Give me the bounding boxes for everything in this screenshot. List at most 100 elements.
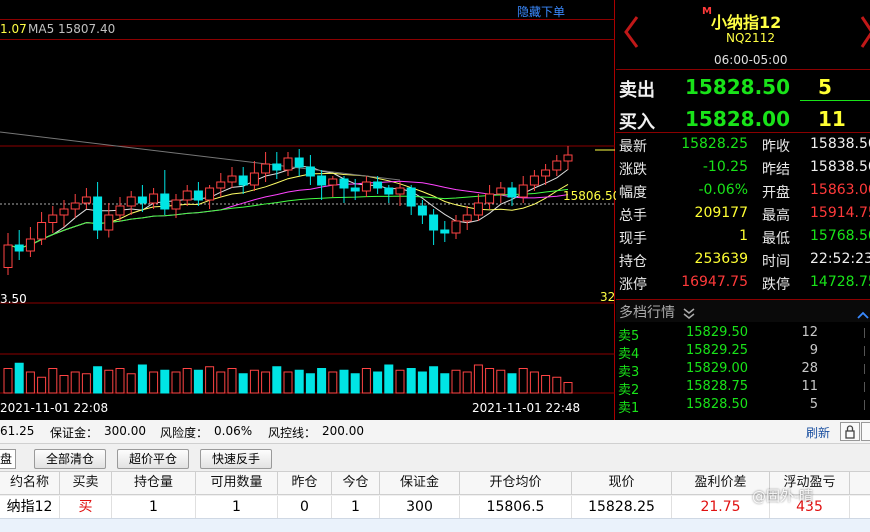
over-price-close-button[interactable]: 超价平仓: [117, 449, 189, 469]
candle-body: [507, 187, 517, 198]
depth-qty: 28: [801, 361, 818, 376]
depth-level-label: 卖3: [618, 365, 640, 380]
volume-scale-label: 32: [600, 290, 616, 304]
candle: [384, 185, 394, 203]
candle-body: [305, 166, 315, 177]
column-header[interactable]: 保证金: [380, 471, 460, 495]
depth-level-label: 卖1: [618, 401, 640, 416]
volume-bar: [339, 369, 349, 394]
volume-bar: [518, 368, 528, 394]
candle: [3, 233, 13, 275]
column-header[interactable]: 昨仓: [278, 471, 332, 495]
candle: [160, 170, 170, 215]
tab-position-partial[interactable]: 盘: [0, 449, 16, 469]
stat-label: 涨停: [619, 277, 647, 293]
candle-body: [37, 222, 47, 240]
risk-value: 0.06%: [214, 424, 253, 438]
hide-order-button[interactable]: 隐藏下单: [517, 3, 565, 20]
position-cell[interactable]: 15828.25: [572, 496, 672, 518]
quick-reverse-button[interactable]: 快速反手: [200, 449, 272, 469]
candle: [328, 176, 338, 197]
candle-body: [496, 187, 506, 195]
time-label-start: 2021-11-01 22:08: [0, 401, 109, 415]
column-header[interactable]: 持仓量: [112, 471, 196, 495]
chevron-double-down-icon[interactable]: [682, 305, 696, 319]
divider: [616, 69, 870, 70]
candle-body: [317, 175, 327, 186]
risk-label: 风险度：: [160, 426, 209, 440]
candle: [272, 152, 282, 179]
chevron-up-icon[interactable]: [856, 305, 870, 319]
volume-bar: [93, 366, 103, 394]
stat-value: -10.25: [702, 159, 748, 175]
volume-bar: [462, 371, 472, 394]
candle: [507, 182, 517, 206]
stat-label: 开盘: [762, 185, 790, 201]
stat-value: 15914.75: [810, 205, 870, 221]
candle: [395, 182, 405, 206]
depth-qty: 9: [809, 343, 818, 358]
depth-qty: 5: [809, 397, 818, 412]
candle-body: [25, 238, 35, 252]
contract-name: 小纳指12: [711, 13, 782, 32]
volume-bar: [160, 369, 170, 394]
volume-bar: [417, 371, 427, 394]
candle-body: [406, 187, 416, 207]
account-status-bar: 61.25 保证金： 300.00 风险度： 0.06% 风控线： 200.00…: [0, 420, 870, 444]
position-cell[interactable]: 1: [196, 496, 278, 518]
stat-label: 时间: [762, 254, 790, 270]
stat-label: 最新: [619, 139, 647, 155]
volume-bar: [429, 366, 439, 394]
position-cell[interactable]: 15806.5: [460, 496, 572, 518]
volume-bar: [149, 371, 159, 394]
volume-bar: [529, 371, 539, 394]
close-all-button[interactable]: 全部清仓: [34, 449, 106, 469]
position-cell[interactable]: 1: [112, 496, 196, 518]
next-contract-icon[interactable]: [860, 14, 870, 50]
position-cell[interactable]: 1: [332, 496, 380, 518]
column-header[interactable]: 买卖: [60, 471, 112, 495]
column-header[interactable]: 开仓均价: [460, 471, 572, 495]
ask-bar: [800, 100, 870, 101]
contract-code: NQ2112: [726, 31, 775, 45]
column-header[interactable]: 可用数量: [196, 471, 278, 495]
candle: [552, 155, 562, 176]
risk-control-label: 风控线：: [268, 426, 317, 440]
ask-label: 卖出: [619, 80, 655, 101]
kline-chart-panel[interactable]: 1.07 MA5 15807.40 隐藏下单 15806.50 3.50 32 …: [0, 0, 620, 420]
volume-bar: [272, 366, 282, 394]
candle-body: [417, 205, 427, 216]
margin-label: 保证金：: [50, 426, 99, 440]
positions-scroll-area[interactable]: [0, 518, 870, 532]
depth-side-marker: [864, 328, 870, 338]
candle-body: [171, 199, 181, 210]
balance-partial: 61.25: [0, 424, 35, 438]
column-header[interactable]: 现价: [572, 471, 672, 495]
candle: [305, 155, 315, 185]
depth-header[interactable]: 多档行情: [616, 300, 870, 322]
lock-icon[interactable]: [840, 422, 860, 441]
position-cell[interactable]: 300: [380, 496, 460, 518]
position-cell[interactable]: 纳指12: [0, 496, 60, 518]
candle-body: [473, 202, 483, 216]
bid-price[interactable]: 15828.00: [685, 107, 790, 131]
volume-bar: [25, 371, 35, 394]
column-header[interactable]: 今仓: [332, 471, 380, 495]
stat-label: 昨结: [762, 162, 790, 178]
position-cell[interactable]: 0: [278, 496, 332, 518]
refresh-link[interactable]: 刷新: [806, 424, 830, 441]
candle: [205, 185, 215, 209]
ask-price[interactable]: 15828.50: [685, 75, 790, 99]
column-header[interactable]: 约名称: [0, 471, 60, 495]
position-cell[interactable]: 买: [60, 496, 112, 518]
volume-bar: [406, 368, 416, 394]
candle: [473, 194, 483, 221]
prev-contract-icon[interactable]: [622, 14, 640, 50]
more-icon[interactable]: [861, 422, 870, 441]
candle: [81, 188, 91, 209]
volume-bar: [473, 364, 483, 394]
depth-level-label: 卖5: [618, 329, 640, 344]
candle-body: [238, 175, 248, 186]
volume-bar: [507, 373, 517, 394]
stat-label: 总手: [619, 208, 647, 224]
